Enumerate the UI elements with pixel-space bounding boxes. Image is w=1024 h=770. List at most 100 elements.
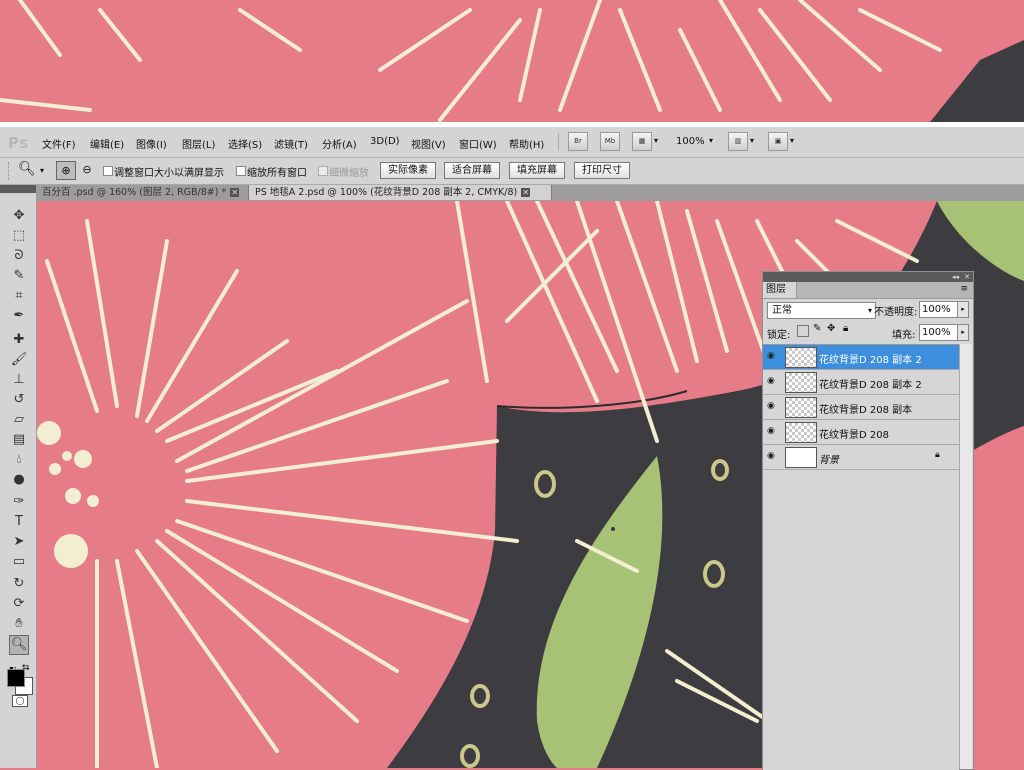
scrubby-zoom-checkbox[interactable] xyxy=(318,166,328,176)
path-select-icon[interactable]: ➤ xyxy=(10,533,28,551)
menu-analysis[interactable]: 分析(A) xyxy=(322,136,357,151)
layers-panel: ◂◂ ✕ 图层 ≡ 正常 ▾ 不透明度: 100% ▸ 锁定: ✎ ✥ 🔒︎ 填… xyxy=(762,271,974,770)
layers-list: ◉ 花纹背景D 208 副本 2 ◉ 花纹背景D 208 副本 2 ◉ 花纹背景… xyxy=(763,344,959,770)
fill-screen-button[interactable]: 填充屏幕 xyxy=(509,162,565,179)
chevron-down-icon[interactable]: ▾ xyxy=(40,166,44,175)
clone-stamp-icon[interactable]: ⊥ xyxy=(10,371,28,389)
zoom-all-label: 缩放所有窗口 xyxy=(247,168,307,179)
layer-row[interactable]: ◉ 花纹背景D 208 副本 2 xyxy=(763,370,959,395)
close-icon[interactable]: ✕ xyxy=(964,272,970,282)
menu-image[interactable]: 图像(I) xyxy=(136,136,167,151)
menu-view[interactable]: 视图(V) xyxy=(411,136,446,151)
zoom-out-icon[interactable]: ⊖ xyxy=(78,161,96,178)
zoom-in-icon[interactable]: ⊕ xyxy=(56,161,76,180)
move-tool-icon[interactable]: ✥ xyxy=(10,207,28,225)
shape-tool-icon[interactable]: ▭ xyxy=(10,553,28,571)
menu-file[interactable]: 文件(F) xyxy=(42,136,76,151)
zoom-all-checkbox[interactable] xyxy=(236,166,246,176)
layer-name: 花纹背景D 208 副本 xyxy=(819,405,913,416)
menu-layer[interactable]: 图层(L) xyxy=(182,136,215,151)
3d-orbit-icon[interactable]: ⟳ xyxy=(10,595,28,613)
tab-document-1[interactable]: 百分百 .psd @ 160% (图层 2, RGB/8#) * ✕ xyxy=(36,185,249,200)
chevron-down-icon[interactable]: ▾ xyxy=(750,136,754,145)
close-icon[interactable]: ✕ xyxy=(230,188,240,197)
screen-mode-button[interactable]: ▣ xyxy=(768,132,788,151)
layer-row[interactable]: ◉ 花纹背景D 208 副本 2 xyxy=(763,345,959,370)
menu-window[interactable]: 窗口(W) xyxy=(459,136,497,151)
tab-layers[interactable]: 图层 xyxy=(763,282,797,298)
fit-screen-button[interactable]: 适合屏幕 xyxy=(444,162,500,179)
quick-select-icon[interactable]: ✎ xyxy=(10,267,28,285)
lasso-tool-icon[interactable]: ᘐ xyxy=(10,247,28,265)
type-tool-icon[interactable]: T xyxy=(10,513,28,531)
brush-tool-icon[interactable]: 🖌︎ xyxy=(10,351,28,369)
layer-thumbnail xyxy=(785,447,817,468)
menu-filter[interactable]: 滤镜(T) xyxy=(274,136,308,151)
layer-row[interactable]: ◉ 花纹背景D 208 副本 xyxy=(763,395,959,420)
tab-label: 百分百 .psd @ 160% (图层 2, RGB/8#) * xyxy=(42,187,227,198)
marquee-tool-icon[interactable]: ⬚ xyxy=(10,227,28,245)
tools-panel: ✥ ⬚ ᘐ ✎ ⌗ ✒ ✚ 🖌︎ ⊥ ↺ ▱ ▤ 💧︎ ● ✑ T ➤ ▭ ↻ … xyxy=(0,185,37,768)
lock-transparent-icon[interactable] xyxy=(797,325,809,337)
eraser-icon[interactable]: ▱ xyxy=(10,411,28,429)
blur-icon[interactable]: 💧︎ xyxy=(10,451,28,469)
dodge-icon[interactable]: ● xyxy=(10,471,28,489)
menu-select[interactable]: 选择(S) xyxy=(228,136,262,151)
eye-icon[interactable]: ◉ xyxy=(767,427,779,436)
layer-row[interactable]: ◉ 背景 🔒︎ xyxy=(763,445,959,470)
eye-icon[interactable]: ◉ xyxy=(767,452,779,461)
lock-all-icon[interactable]: 🔒︎ xyxy=(843,323,848,334)
photoshop-logo: Ps xyxy=(8,134,29,152)
artwork-preview-strip xyxy=(0,0,1024,122)
layer-name: 背景 xyxy=(819,455,839,466)
actual-pixels-button[interactable]: 实际像素 xyxy=(380,162,436,179)
layers-panel-tabbar: 图层 ≡ xyxy=(763,282,973,299)
collapse-icon[interactable]: ◂◂ xyxy=(952,272,959,282)
tab-document-2[interactable]: PS 地毯A 2.psd @ 100% (花纹背景D 208 副本 2, CMY… xyxy=(249,185,552,200)
chevron-down-icon[interactable]: ▾ xyxy=(654,136,658,145)
panel-menu-icon[interactable]: ≡ xyxy=(960,284,968,294)
menu-separator xyxy=(558,133,559,151)
pen-tool-icon[interactable]: ✑ xyxy=(10,493,28,511)
layers-scrollbar[interactable] xyxy=(959,344,972,769)
chevron-right-icon[interactable]: ▸ xyxy=(957,324,969,341)
resize-windows-checkbox[interactable] xyxy=(103,166,113,176)
chevron-down-icon[interactable]: ▾ xyxy=(709,136,713,145)
eyedropper-icon[interactable]: ✒ xyxy=(10,307,28,325)
history-brush-icon[interactable]: ↺ xyxy=(10,391,28,409)
lock-position-icon[interactable]: ✥ xyxy=(827,323,835,334)
chevron-down-icon[interactable]: ▾ xyxy=(790,136,794,145)
layer-row[interactable]: ◉ 花纹背景D 208 xyxy=(763,420,959,445)
menu-edit[interactable]: 编辑(E) xyxy=(90,136,124,151)
3d-rotate-icon[interactable]: ↻ xyxy=(10,575,28,593)
foreground-color-swatch[interactable] xyxy=(7,669,25,687)
minibridge-button[interactable]: Mb xyxy=(600,132,620,151)
eye-icon[interactable]: ◉ xyxy=(767,377,779,386)
layer-name: 花纹背景D 208 xyxy=(819,430,889,441)
eye-icon[interactable]: ◉ xyxy=(767,402,779,411)
zoom-preset-icon[interactable]: 🔍︎ xyxy=(18,161,36,177)
zoom-tool-icon[interactable]: 🔍︎ xyxy=(9,635,29,655)
zoom-level-select[interactable]: 100% xyxy=(676,136,705,147)
bridge-button[interactable]: Br xyxy=(568,132,588,151)
eye-icon[interactable]: ◉ xyxy=(767,352,779,361)
healing-brush-icon[interactable]: ✚ xyxy=(10,331,28,349)
blend-mode-select[interactable]: 正常 ▾ xyxy=(767,302,876,319)
menu-help[interactable]: 帮助(H) xyxy=(509,136,544,151)
lock-pixels-icon[interactable]: ✎ xyxy=(813,323,821,334)
menu-3d[interactable]: 3D(D) xyxy=(370,136,400,147)
gradient-icon[interactable]: ▤ xyxy=(10,431,28,449)
hand-tool-icon[interactable]: ✋︎ xyxy=(10,615,28,633)
scrubby-zoom-label: 细微缩放 xyxy=(329,168,369,179)
fill-field[interactable]: 100% xyxy=(919,324,959,341)
print-size-button[interactable]: 打印尺寸 xyxy=(574,162,630,179)
quick-mask-icon[interactable]: ◯ xyxy=(12,695,28,707)
close-icon[interactable]: ✕ xyxy=(521,188,531,197)
crop-tool-icon[interactable]: ⌗ xyxy=(10,287,28,305)
chevron-right-icon[interactable]: ▸ xyxy=(957,301,969,318)
view-extras-button[interactable]: ▦ xyxy=(632,132,652,151)
arrange-documents-button[interactable]: ▥ xyxy=(728,132,748,151)
lock-label: 锁定: xyxy=(767,330,791,341)
opacity-field[interactable]: 100% xyxy=(919,301,959,318)
menu-bar: Ps 文件(F) 编辑(E) 图像(I) 图层(L) 选择(S) 滤镜(T) 分… xyxy=(0,127,1024,158)
